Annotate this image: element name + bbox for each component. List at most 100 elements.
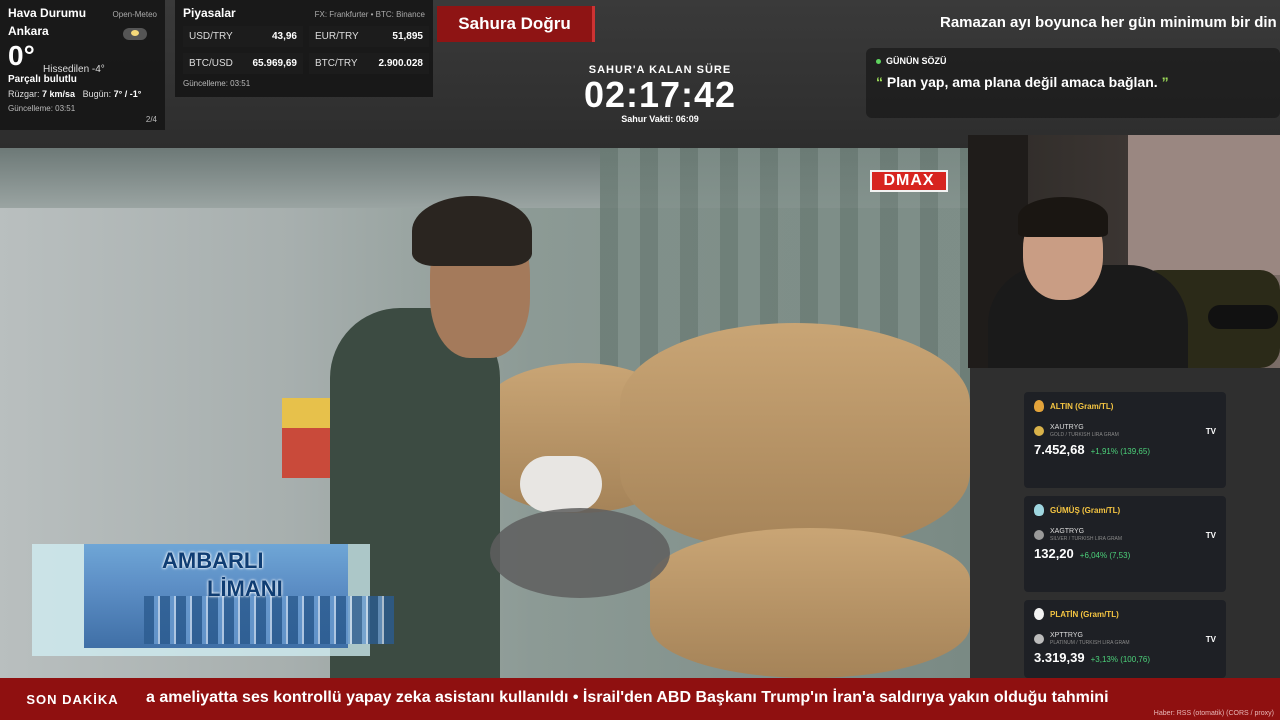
- metal-description: GOLD / TURKISH LIRA GRAM: [1050, 432, 1119, 438]
- metal-symbol-block: XAUTRYG GOLD / TURKISH LIRA GRAM: [1050, 424, 1119, 438]
- quote-text-row: “ Plan yap, ama plana değil amaca bağlan…: [876, 74, 1270, 90]
- metal-card-platinum: PLATİN (Gram/TL) XPTTRYG PLATINUM / TURK…: [1024, 600, 1226, 678]
- metal-title: GÜMÜŞ (Gram/TL): [1050, 505, 1121, 515]
- video-worker-glove: [520, 456, 602, 512]
- coin-icon: [1034, 634, 1044, 644]
- market-cell: BTC/TRY 2.900.028: [309, 53, 429, 74]
- inset-title-line2: LİMANI: [207, 576, 283, 601]
- metal-symbol-row: XPTTRYG PLATINUM / TURKISH LIRA GRAM TV: [1034, 632, 1216, 646]
- tradingview-icon[interactable]: TV: [1206, 531, 1216, 540]
- metal-price-row: 3.319,39 +3,13% (100,76): [1034, 650, 1216, 665]
- video-worker-hair: [412, 196, 532, 266]
- port-containers: [144, 596, 394, 644]
- metal-symbol: XAGTRYG: [1050, 528, 1085, 535]
- metal-symbol: XPTTRYG: [1050, 632, 1083, 639]
- tradingview-icon[interactable]: TV: [1206, 427, 1216, 436]
- dmax-logo: DMAX: [870, 170, 948, 192]
- webcam-wall: [1128, 135, 1280, 275]
- microphone-icon: [1208, 305, 1278, 329]
- sahur-countdown: SAHUR'A KALAN SÜRE 02:17:42 Sahur Vakti:…: [560, 64, 760, 124]
- breaking-news-ticker: SON DAKİKA a ameliyatta ses kontrollü ya…: [0, 678, 1280, 720]
- metal-card-header: ALTIN (Gram/TL): [1034, 400, 1216, 412]
- quote-heading-row: GÜNÜN SÖZÜ: [876, 56, 1270, 66]
- markets-updated: Güncelleme: 03:51: [183, 79, 251, 88]
- market-cell: USD/TRY 43,96: [183, 26, 303, 47]
- wind-value: 7 km/sa: [42, 89, 76, 99]
- markets-source: FX: Frankfurter • BTC: Binance: [314, 10, 425, 19]
- status-dot-icon: [876, 58, 881, 64]
- countdown-time: 02:17:42: [583, 74, 737, 115]
- metal-change: +6,04% (7,53): [1079, 551, 1131, 560]
- metal-change: +3,13% (100,76): [1090, 655, 1150, 664]
- metal-price: 3.319,39: [1034, 650, 1085, 665]
- today-label: Bugün:: [82, 89, 112, 99]
- video-inset-overlay: AMBARLI LİMANI: [32, 544, 394, 656]
- metal-symbol-row: XAUTRYG GOLD / TURKISH LIRA GRAM TV: [1034, 424, 1216, 438]
- coin-icon: [1034, 426, 1044, 436]
- inset-title-line1: AMBARLI: [162, 548, 264, 573]
- metal-title: ALTIN (Gram/TL): [1050, 401, 1114, 411]
- top-scrolling-message: Ramazan ayı boyunca her gün minimum bir …: [940, 14, 1277, 31]
- open-quote-icon: “: [876, 74, 883, 90]
- tradingview-icon[interactable]: TV: [1206, 635, 1216, 644]
- metal-price-row: 7.452,68 +1,91% (139,65): [1034, 442, 1216, 457]
- wind-label: Rüzgar:: [8, 89, 40, 99]
- ticker-text: a ameliyatta ses kontrollü yapay zeka as…: [146, 689, 1109, 706]
- weather-page-indicator: 2/4: [145, 115, 157, 124]
- market-pair: BTC/TRY: [315, 58, 358, 69]
- market-pair: EUR/TRY: [315, 31, 359, 42]
- metal-symbol: XAUTRYG: [1050, 424, 1084, 431]
- metal-card-header: GÜMÜŞ (Gram/TL): [1034, 504, 1216, 516]
- weather-wind-row: Rüzgar: 7 km/sa Bugün: 7° / -1°: [8, 89, 157, 99]
- sahur-time: Sahur Vakti: 06:09: [621, 114, 699, 124]
- market-value: 65.969,69: [252, 58, 298, 69]
- metal-price: 132,20: [1034, 546, 1074, 561]
- metal-card-header: PLATİN (Gram/TL): [1034, 608, 1216, 620]
- market-pair: USD/TRY: [189, 31, 233, 42]
- metal-symbol-block: XAGTRYG SILVER / TURKISH LIRA GRAM: [1050, 528, 1122, 542]
- weather-widget: Hava Durumu Open-Meteo Ankara 0° Hissedi…: [0, 0, 165, 130]
- metal-symbol-row: XAGTRYG SILVER / TURKISH LIRA GRAM TV: [1034, 528, 1216, 542]
- metal-change: +1,91% (139,65): [1090, 447, 1150, 456]
- today-value: 7° / -1°: [113, 89, 142, 99]
- quote-heading: GÜNÜN SÖZÜ: [886, 56, 947, 66]
- quote-of-the-day: GÜNÜN SÖZÜ “ Plan yap, ama plana değil a…: [866, 48, 1280, 118]
- sahur-title-banner: Sahura Doğru: [437, 6, 595, 42]
- ticker-label: SON DAKİKA: [26, 691, 119, 707]
- market-value: 51,895: [392, 31, 423, 42]
- metal-title: PLATİN (Gram/TL): [1050, 609, 1119, 619]
- medal-icon: [1034, 400, 1044, 412]
- coin-icon: [1034, 530, 1044, 540]
- metal-description: PLATINUM / TURKISH LIRA GRAM: [1050, 640, 1130, 646]
- market-cell: BTC/USD 65.969,69: [183, 53, 303, 74]
- video-bale: [620, 323, 970, 553]
- metal-card-gold: ALTIN (Gram/TL) XAUTRYG GOLD / TURKISH L…: [1024, 392, 1226, 488]
- ticker-source: Haber: RSS (otomatik) (CORS / proxy): [1153, 710, 1274, 717]
- metal-description: SILVER / TURKISH LIRA GRAM: [1050, 536, 1123, 542]
- video-fiber-pile: [490, 508, 670, 598]
- market-cell: EUR/TRY 51,895: [309, 26, 429, 47]
- markets-grid: USD/TRY 43,96 EUR/TRY 51,895 BTC/USD 65.…: [183, 26, 429, 74]
- medal-icon: [1034, 608, 1044, 620]
- medal-icon: [1034, 504, 1044, 516]
- metal-card-silver: GÜMÜŞ (Gram/TL) XAGTRYG SILVER / TURKISH…: [1024, 496, 1226, 592]
- market-value: 43,96: [271, 31, 297, 42]
- close-quote-icon: ”: [1161, 74, 1169, 90]
- quote-text: Plan yap, ama plana değil amaca bağlan.: [886, 74, 1158, 90]
- partly-cloudy-icon: [123, 28, 147, 40]
- weather-source: Open-Meteo: [112, 10, 157, 19]
- weather-feels-like: Hissedilen -4°: [43, 64, 105, 75]
- metal-price-row: 132,20 +6,04% (7,53): [1034, 546, 1216, 561]
- market-pair: BTC/USD: [189, 58, 233, 69]
- weather-updated: Güncelleme: 03:51: [8, 104, 76, 113]
- weather-condition: Parçalı bulutlu: [8, 74, 77, 85]
- webcam-feed: [968, 135, 1280, 368]
- metal-symbol-block: XPTTRYG PLATINUM / TURKISH LIRA GRAM: [1050, 632, 1130, 646]
- main-video-feed: DMAX AMBARLI LİMANI: [0, 148, 970, 678]
- markets-widget: Piyasalar FX: Frankfurter • BTC: Binance…: [175, 0, 433, 97]
- weather-temperature: 0°: [8, 40, 35, 71]
- market-value: 2.900.028: [378, 58, 424, 69]
- webcam-streamer-hair: [1018, 197, 1108, 237]
- metal-price: 7.452,68: [1034, 442, 1085, 457]
- video-bale: [650, 528, 970, 678]
